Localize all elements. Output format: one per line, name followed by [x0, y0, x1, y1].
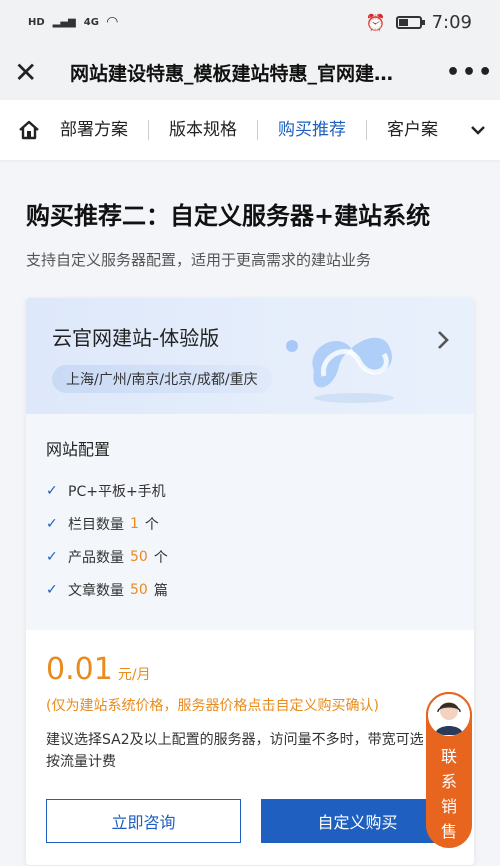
signal-icon: ▂▄▆	[52, 16, 76, 28]
tab-customer-case[interactable]: 客户案	[367, 120, 443, 140]
nav-bar: 部署方案 版本规格 购买推荐 客户案	[0, 100, 500, 160]
cloud-logo-icon	[286, 337, 394, 403]
check-icon: ✓	[46, 482, 58, 499]
price-unit: 元/月	[117, 667, 151, 683]
battery-icon	[395, 15, 425, 29]
config-value: 50	[130, 581, 148, 598]
section-subtitle: 支持自定义服务器配置，适用于更高需求的建站业务	[26, 251, 372, 269]
check-icon: ✓	[46, 548, 58, 565]
config-title: 网站配置	[46, 440, 111, 459]
price-note: (仅为建站系统价格，服务器价格点击自定义购买确认)	[46, 698, 379, 714]
config-item: ✓ 栏目数量 1 个	[46, 507, 454, 540]
chevron-right-icon[interactable]	[436, 328, 450, 358]
wifi-icon: ◠	[106, 14, 118, 30]
check-icon: ✓	[46, 515, 58, 532]
tab-purchase-recommend[interactable]: 购买推荐	[258, 120, 367, 140]
close-icon[interactable]: ✕	[14, 56, 50, 89]
config-label: 产品数量	[68, 549, 124, 566]
config-value: 50	[130, 548, 148, 565]
config-label: 栏目数量	[68, 516, 124, 533]
chevron-down-icon[interactable]	[470, 120, 486, 141]
home-icon[interactable]	[16, 117, 42, 143]
hd-indicator: HD	[28, 16, 45, 28]
check-icon: ✓	[46, 581, 58, 598]
status-time: 7:09	[431, 11, 472, 33]
price: 0.01 元/月	[46, 652, 454, 687]
more-icon[interactable]: •••	[446, 60, 492, 85]
config-item: ✓ 文章数量 50 篇	[46, 573, 454, 606]
network-type: 4G	[83, 16, 99, 28]
price-area: 0.01 元/月 (仅为建站系统价格，服务器价格点击自定义购买确认) 建议选择S…	[26, 630, 474, 865]
status-bar: HD ▂▄▆ 4G ◠ ⏰ 7:09	[0, 0, 500, 44]
config-item: ✓ 产品数量 50 个	[46, 540, 454, 573]
consult-button[interactable]: 立即咨询	[46, 799, 241, 843]
contact-sales-label: 联系销售	[440, 747, 457, 841]
price-value: 0.01	[46, 652, 113, 687]
config-unit: 个	[144, 516, 159, 533]
button-row: 立即咨询 自定义购买	[46, 773, 454, 865]
status-right: ⏰ 7:09	[366, 12, 472, 33]
config-section: 网站配置 ✓ PC+平板+手机 ✓ 栏目数量 1 个 ✓ 产品数量 50 个 ✓…	[26, 414, 474, 630]
section-title: 购买推荐二：自定义服务器+建站系统	[26, 202, 431, 230]
tab-version-spec[interactable]: 版本规格	[149, 120, 258, 140]
config-unit: 篇	[153, 582, 168, 599]
page-title: 网站建设特惠_模板建站特惠_官网建…	[70, 62, 394, 85]
sales-avatar	[426, 692, 472, 738]
card-header[interactable]: 云官网建站-体验版 上海/广州/南京/北京/成都/重庆	[26, 298, 474, 414]
contact-sales-widget[interactable]: 联系销售	[426, 692, 472, 848]
main-content: 购买推荐二：自定义服务器+建站系统 支持自定义服务器配置，适用于更高需求的建站业…	[0, 160, 500, 865]
config-unit: 个	[153, 549, 168, 566]
config-value: 1	[130, 515, 139, 532]
config-label: 文章数量	[68, 582, 124, 599]
region-tag: 上海/广州/南京/北京/成都/重庆	[52, 365, 272, 393]
title-bar: ✕ 网站建设特惠_模板建站特惠_官网建… •••	[0, 44, 500, 100]
status-left: HD ▂▄▆ 4G ◠	[28, 14, 118, 30]
config-item: ✓ PC+平板+手机	[46, 474, 454, 507]
advice-text: 建议选择SA2及以上配置的服务器，访问量不多时，带宽可选按流量计费	[46, 732, 424, 770]
alarm-icon: ⏰	[365, 12, 386, 32]
tab-deployment[interactable]: 部署方案	[56, 120, 149, 140]
product-card: 云官网建站-体验版 上海/广州/南京/北京/成都/重庆 网站配置 ✓ PC+平板…	[26, 298, 474, 865]
config-label: PC+平板+手机	[68, 483, 166, 500]
